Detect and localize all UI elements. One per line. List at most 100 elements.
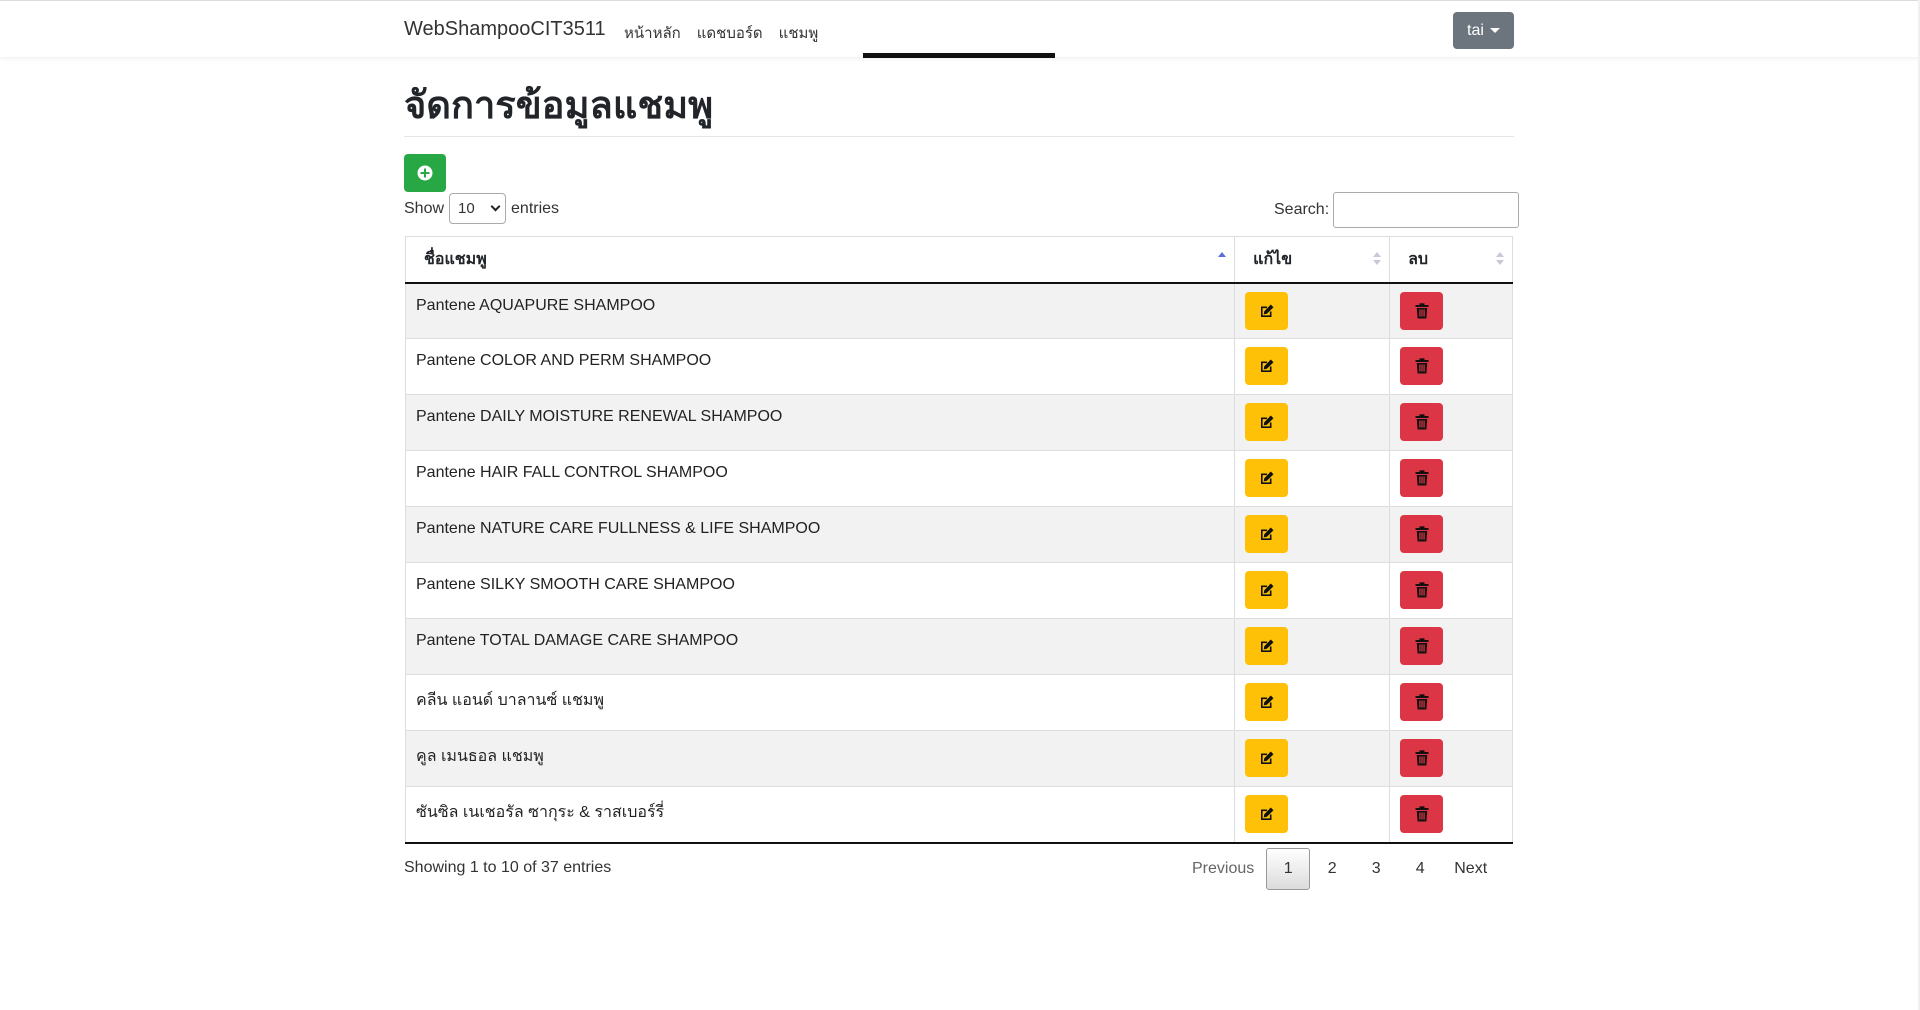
- user-dropdown-button[interactable]: tai: [1453, 12, 1514, 49]
- trash-icon: [1415, 302, 1429, 318]
- nav-link-dashboard[interactable]: แดชบอร์ด: [697, 21, 763, 45]
- edit-button[interactable]: [1245, 347, 1289, 385]
- edit-icon: [1260, 639, 1274, 652]
- table-row: Pantene NATURE CARE FULLNESS & LIFE SHAM…: [405, 506, 1513, 563]
- nav-link-shampoo[interactable]: แชมพู: [779, 21, 819, 45]
- edit-cell: [1234, 338, 1390, 395]
- table-row: ซันซิล เนเชอรัล ซากุระ & ราสเบอร์รี่: [405, 786, 1513, 843]
- navbar-brand[interactable]: WebShampooCIT3511: [404, 18, 606, 41]
- column-edit-label: แก้ไข: [1253, 250, 1293, 268]
- edit-button[interactable]: [1245, 515, 1289, 553]
- page-length-control: Show 10 entries: [404, 193, 559, 224]
- delete-button[interactable]: [1400, 795, 1444, 833]
- nav-link-home[interactable]: หน้าหลัก: [624, 21, 681, 45]
- column-header-name[interactable]: ชื่อแชมพู: [405, 236, 1235, 284]
- delete-cell: [1389, 506, 1513, 563]
- shampoo-name-cell: ซันซิล เนเชอรัล ซากุระ & ราสเบอร์รี่: [405, 786, 1235, 843]
- edit-button[interactable]: [1245, 291, 1289, 330]
- pagination-next[interactable]: Next: [1442, 848, 1499, 890]
- edit-button[interactable]: [1245, 403, 1289, 441]
- delete-cell: [1389, 282, 1513, 339]
- top-navbar: WebShampooCIT3511 หน้าหลัก แดชบอร์ด แชมพ…: [0, 0, 1920, 58]
- edit-button[interactable]: [1245, 459, 1289, 497]
- shampoo-table: ชื่อแชมพู แก้ไข ลบ Pantene AQUAPURE SHAM…: [405, 236, 1513, 844]
- column-header-delete[interactable]: ลบ: [1389, 236, 1513, 284]
- trash-icon: [1415, 694, 1429, 710]
- trash-icon: [1415, 414, 1429, 430]
- delete-button[interactable]: [1400, 403, 1444, 441]
- pagination-page-4[interactable]: 4: [1398, 848, 1442, 890]
- show-label: Show: [404, 199, 445, 217]
- delete-button[interactable]: [1400, 571, 1444, 609]
- delete-button[interactable]: [1400, 291, 1444, 330]
- delete-cell: [1389, 450, 1513, 507]
- nav-links: หน้าหลัก แดชบอร์ด แชมพู: [624, 21, 818, 45]
- pagination: Previous 1 2 3 4 Next: [1180, 848, 1499, 890]
- delete-button[interactable]: [1400, 683, 1444, 721]
- edit-cell: [1234, 674, 1390, 731]
- shampoo-name-cell: Pantene AQUAPURE SHAMPOO: [405, 282, 1235, 339]
- delete-cell: [1389, 618, 1513, 675]
- delete-cell: [1389, 394, 1513, 451]
- sort-icon: [1373, 252, 1382, 268]
- edit-cell: [1234, 282, 1390, 339]
- nav-active-indicator: [863, 53, 1055, 58]
- trash-icon: [1415, 470, 1429, 486]
- sort-icon: [1496, 252, 1504, 268]
- shampoo-name-cell: Pantene SILKY SMOOTH CARE SHAMPOO: [405, 562, 1235, 619]
- edit-icon: [1260, 304, 1274, 317]
- pagination-page-3[interactable]: 3: [1354, 848, 1398, 890]
- add-shampoo-button[interactable]: [404, 154, 446, 192]
- edit-icon: [1260, 527, 1274, 540]
- table-row: Pantene HAIR FALL CONTROL SHAMPOO: [405, 450, 1513, 507]
- delete-button[interactable]: [1400, 739, 1444, 777]
- trash-icon: [1415, 750, 1429, 766]
- edit-cell: [1234, 506, 1390, 563]
- column-name-label: ชื่อแชมพู: [424, 250, 487, 268]
- delete-cell: [1389, 730, 1513, 787]
- trash-icon: [1415, 582, 1429, 598]
- delete-button[interactable]: [1400, 347, 1444, 385]
- delete-cell: [1389, 562, 1513, 619]
- edit-icon: [1260, 751, 1274, 764]
- search-control: Search:: [1274, 192, 1520, 228]
- edit-button[interactable]: [1245, 739, 1289, 777]
- pagination-previous[interactable]: Previous: [1180, 848, 1266, 890]
- entries-label: entries: [511, 199, 560, 217]
- trash-icon: [1415, 526, 1429, 542]
- shampoo-name-cell: คูล เมนธอล แชมพู: [405, 730, 1235, 787]
- trash-icon: [1415, 806, 1429, 822]
- delete-button[interactable]: [1400, 627, 1444, 665]
- user-name: tai: [1467, 21, 1484, 39]
- table-row: Pantene AQUAPURE SHAMPOO: [405, 282, 1513, 339]
- plus-circle-icon: [417, 165, 433, 181]
- trash-icon: [1415, 358, 1429, 374]
- shampoo-name-cell: Pantene DAILY MOISTURE RENEWAL SHAMPOO: [405, 394, 1235, 451]
- edit-icon: [1260, 359, 1274, 372]
- page-title: จัดการข้อมูลแชมพู: [404, 85, 714, 127]
- shampoo-name-cell: Pantene COLOR AND PERM SHAMPOO: [405, 338, 1235, 395]
- pagination-page-2[interactable]: 2: [1310, 848, 1354, 890]
- delete-cell: [1389, 338, 1513, 395]
- edit-icon: [1260, 695, 1274, 708]
- title-divider: [404, 136, 1514, 137]
- shampoo-name-cell: Pantene NATURE CARE FULLNESS & LIFE SHAM…: [405, 506, 1235, 563]
- table-row: Pantene DAILY MOISTURE RENEWAL SHAMPOO: [405, 394, 1513, 451]
- page-length-value: 10: [458, 200, 475, 217]
- pagination-page-1[interactable]: 1: [1266, 848, 1311, 890]
- delete-button[interactable]: [1400, 459, 1444, 497]
- delete-cell: [1389, 674, 1513, 731]
- page-length-select[interactable]: 10: [449, 193, 507, 224]
- edit-button[interactable]: [1245, 683, 1289, 721]
- edit-cell: [1234, 786, 1390, 843]
- column-header-edit[interactable]: แก้ไข: [1234, 236, 1390, 284]
- edit-button[interactable]: [1245, 795, 1289, 833]
- edit-icon: [1260, 807, 1274, 820]
- edit-cell: [1234, 394, 1390, 451]
- table-row: Pantene COLOR AND PERM SHAMPOO: [405, 338, 1513, 395]
- trash-icon: [1415, 638, 1429, 654]
- delete-button[interactable]: [1400, 515, 1444, 553]
- edit-button[interactable]: [1245, 627, 1289, 665]
- edit-button[interactable]: [1245, 571, 1289, 609]
- search-input[interactable]: [1333, 192, 1520, 228]
